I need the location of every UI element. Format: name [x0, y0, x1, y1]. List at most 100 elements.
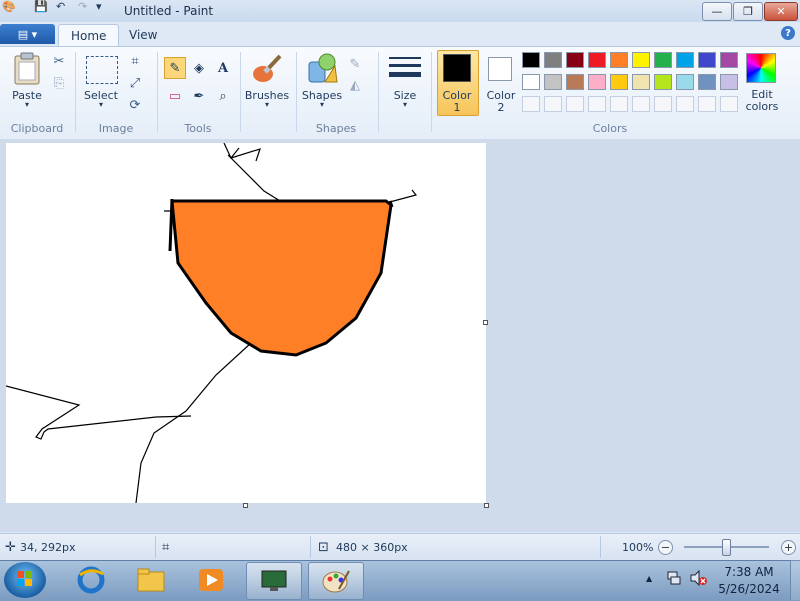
colors-group-label: Colors: [592, 122, 628, 135]
tab-view[interactable]: View: [117, 24, 169, 46]
palette-swatch[interactable]: [654, 96, 672, 112]
eraser-tool-icon[interactable]: ▭: [164, 85, 186, 107]
resize-icon[interactable]: ⤢: [126, 74, 144, 92]
palette-swatch[interactable]: [610, 74, 628, 90]
file-explorer-icon[interactable]: [124, 562, 178, 598]
size-arrow-icon[interactable]: ▾: [384, 100, 426, 109]
palette-swatch[interactable]: [588, 74, 606, 90]
cursor-position: 34, 292px: [20, 541, 76, 554]
palette-swatch[interactable]: [588, 52, 606, 68]
start-button[interactable]: [4, 562, 46, 598]
brushes-icon[interactable]: [249, 52, 283, 86]
palette-swatch[interactable]: [676, 74, 694, 90]
maximize-button[interactable]: ❐: [733, 2, 763, 21]
file-menu-button[interactable]: ▤ ▾: [0, 24, 55, 44]
palette-swatch[interactable]: [720, 96, 738, 112]
select-icon[interactable]: [86, 56, 118, 84]
show-hidden-icons[interactable]: ▲: [646, 574, 652, 583]
color-picker-icon[interactable]: ✒: [188, 85, 210, 107]
pencil-tool-icon[interactable]: ✎: [164, 57, 186, 79]
remote-desktop-icon[interactable]: [246, 562, 302, 600]
image-group-label: Image: [98, 122, 134, 135]
palette-swatch[interactable]: [676, 52, 694, 68]
group-divider: [157, 52, 158, 132]
zoom-level: 100%: [622, 541, 654, 554]
shapes-icon[interactable]: [305, 52, 339, 86]
edit-colors-button[interactable]: Edit colors: [740, 89, 784, 113]
crop-icon[interactable]: ⌗: [126, 52, 144, 70]
customize-toolbar-icon[interactable]: ▾: [96, 0, 102, 13]
clock-date: 5/26/2024: [718, 582, 780, 596]
palette-swatch[interactable]: [566, 74, 584, 90]
palette-swatch[interactable]: [632, 96, 650, 112]
palette-swatch[interactable]: [720, 52, 738, 68]
edit-colors-icon[interactable]: [746, 53, 776, 83]
windows-logo-icon: [17, 571, 32, 586]
save-icon[interactable]: 💾: [34, 0, 48, 13]
media-player-icon[interactable]: [184, 562, 238, 598]
show-desktop-button[interactable]: [790, 560, 800, 600]
palette-swatch[interactable]: [588, 96, 606, 112]
copy-icon[interactable]: ⎘: [50, 74, 68, 92]
color2-number: 2: [497, 101, 505, 114]
resize-handle-bottom[interactable]: [243, 503, 248, 508]
paste-arrow-icon[interactable]: ▾: [8, 100, 46, 109]
help-icon[interactable]: ?: [781, 26, 795, 40]
palette-swatch[interactable]: [698, 52, 716, 68]
undo-icon[interactable]: ↶: [56, 0, 65, 13]
text-tool-icon[interactable]: A: [212, 57, 234, 79]
palette-swatch[interactable]: [610, 52, 628, 68]
group-divider: [240, 52, 241, 132]
image-size-icon: ⊡: [318, 540, 329, 555]
redo-icon[interactable]: ↷: [78, 0, 87, 13]
palette-swatch[interactable]: [544, 96, 562, 112]
palette-swatch[interactable]: [544, 74, 562, 90]
palette-swatch[interactable]: [566, 96, 584, 112]
palette-swatch[interactable]: [654, 52, 672, 68]
palette-swatch[interactable]: [522, 52, 540, 68]
paint-taskbar-icon[interactable]: [308, 562, 364, 600]
volume-muted-icon[interactable]: [690, 569, 708, 587]
palette-swatch[interactable]: [566, 52, 584, 68]
zoom-slider-thumb[interactable]: [722, 539, 731, 556]
group-divider: [296, 52, 297, 132]
internet-explorer-icon[interactable]: [64, 562, 118, 598]
palette-swatch[interactable]: [544, 52, 562, 68]
minimize-button[interactable]: —: [702, 2, 732, 21]
palette-swatch[interactable]: [698, 74, 716, 90]
select-arrow-icon[interactable]: ▾: [82, 100, 120, 109]
palette-swatch[interactable]: [632, 52, 650, 68]
palette-swatch[interactable]: [720, 74, 738, 90]
palette-swatch[interactable]: [654, 74, 672, 90]
palette-swatch[interactable]: [632, 74, 650, 90]
clipboard-icon: [14, 52, 40, 85]
palette-swatch[interactable]: [522, 96, 540, 112]
zoom-out-button[interactable]: −: [658, 540, 673, 555]
resize-handle-corner[interactable]: [484, 503, 489, 508]
fill-tool-icon[interactable]: ◈: [188, 57, 210, 79]
zoom-in-button[interactable]: +: [781, 540, 796, 555]
palette-swatch[interactable]: [610, 96, 628, 112]
title-bar: [0, 0, 800, 23]
shape-fill-icon[interactable]: ◭: [346, 76, 364, 94]
palette-swatch[interactable]: [698, 96, 716, 112]
shapes-arrow-icon[interactable]: ▾: [299, 100, 345, 109]
paint-app-icon[interactable]: 🎨: [2, 0, 16, 13]
tab-home[interactable]: Home: [58, 24, 120, 47]
palette-swatch[interactable]: [522, 74, 540, 90]
status-divider: [155, 536, 156, 558]
color1-swatch: [443, 54, 471, 82]
shape-outline-icon[interactable]: ✎: [346, 55, 364, 73]
palette-swatch[interactable]: [676, 96, 694, 112]
close-button[interactable]: ✕: [764, 2, 798, 21]
cut-icon[interactable]: ✂: [50, 52, 68, 70]
brushes-arrow-icon[interactable]: ▾: [243, 100, 291, 109]
size-icon[interactable]: [388, 55, 422, 83]
cursor-position-icon: ✛: [5, 540, 16, 555]
network-icon[interactable]: [666, 570, 682, 586]
system-clock[interactable]: 7:38 AM 5/26/2024: [716, 564, 782, 598]
rotate-icon[interactable]: ⟳: [126, 96, 144, 114]
resize-handle-right[interactable]: [483, 320, 488, 325]
drawing-canvas[interactable]: [5, 142, 486, 504]
magnifier-icon[interactable]: ⌕: [212, 85, 234, 107]
